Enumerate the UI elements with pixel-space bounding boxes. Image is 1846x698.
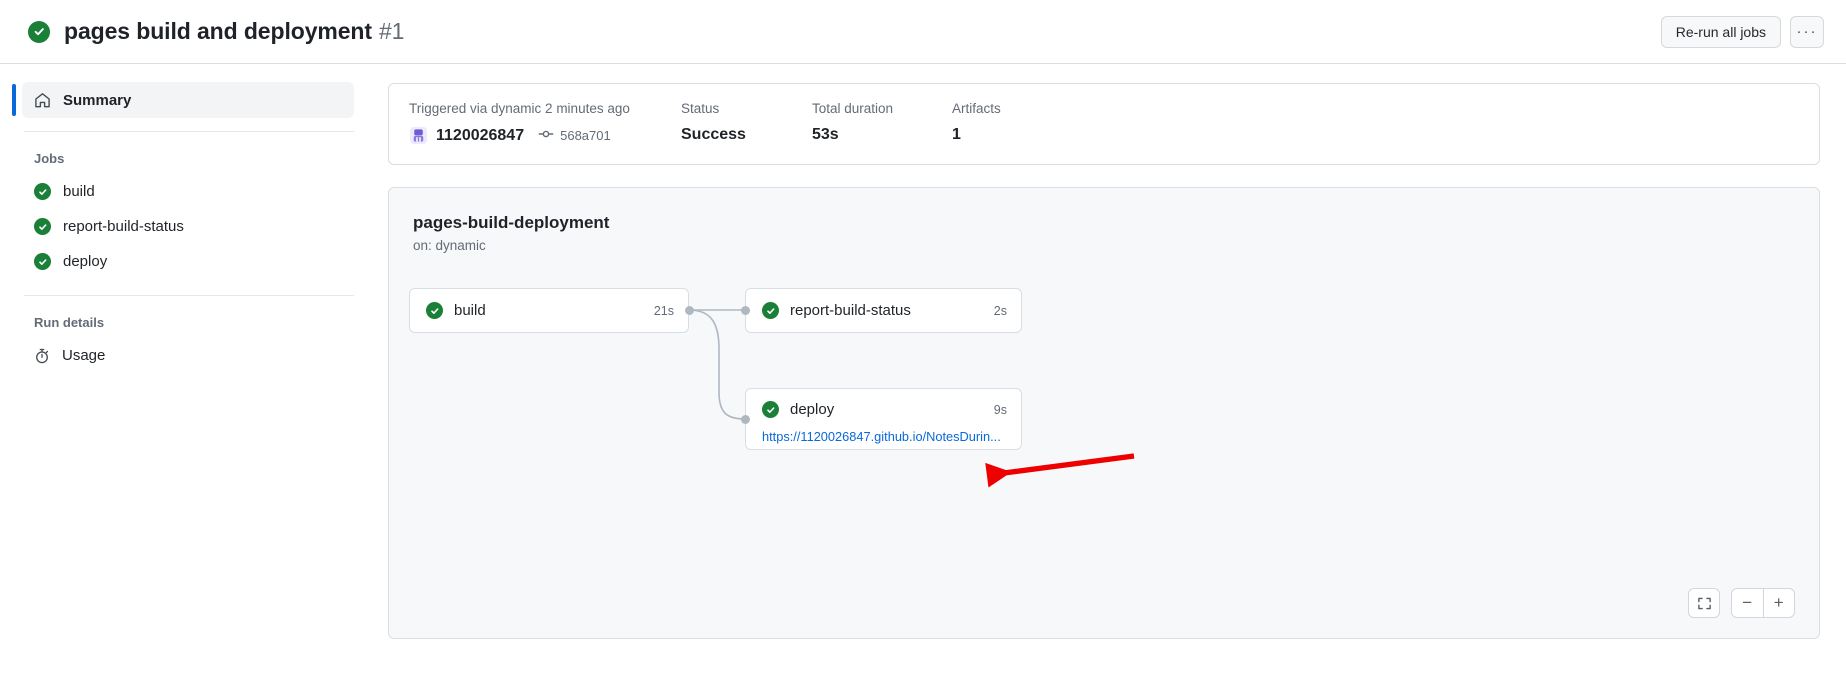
workflow-name: pages-build-deployment [413, 213, 610, 232]
graph-port-report-in [741, 306, 750, 315]
rerun-all-jobs-button[interactable]: Re-run all jobs [1660, 15, 1781, 48]
sidebar-item-build[interactable]: build [22, 174, 354, 209]
page-header: pages build and deployment #1 Re-run all … [0, 0, 1846, 64]
graph-canvas[interactable]: build 21s report-build-status 2s deploy … [389, 253, 1819, 583]
check-circle-icon [762, 401, 779, 418]
home-icon [34, 92, 51, 109]
graph-port-build-out [685, 306, 694, 315]
graph-node-build[interactable]: build 21s [409, 288, 689, 333]
sidebar-run-details-heading: Run details [34, 315, 105, 330]
sidebar: Summary Jobs build report-build-status d… [0, 64, 380, 698]
run-number: #1 [378, 18, 405, 44]
graph-controls: − + [1688, 588, 1795, 618]
sidebar-item-build-label: build [63, 183, 95, 200]
commit-icon [538, 126, 554, 145]
status-label: Status [681, 101, 720, 116]
artifacts-value: 1 [952, 126, 961, 143]
commit-sha-text: 568a701 [560, 128, 611, 143]
check-circle-icon [28, 20, 50, 43]
body-wrap: Summary Jobs build report-build-status d… [0, 64, 1846, 698]
zoom-out-button[interactable]: − [1732, 589, 1763, 617]
sidebar-item-usage[interactable]: Usage [22, 338, 354, 373]
graph-node-build-duration: 21s [653, 303, 674, 318]
zoom-in-button[interactable]: + [1762, 589, 1795, 617]
sidebar-item-deploy-label: deploy [63, 253, 108, 270]
artifacts-column: Artifacts 1 [952, 101, 1001, 145]
main-content: Triggered via dynamic 2 minutes ago 1120… [380, 64, 1846, 698]
duration-label: Total duration [812, 101, 894, 116]
sidebar-jobs-heading: Jobs [34, 151, 65, 166]
avatar [409, 126, 428, 145]
duration-value: 53s [812, 126, 839, 143]
sidebar-item-summary-label: Summary [63, 91, 132, 109]
check-circle-icon [34, 183, 51, 200]
sidebar-item-report-build-status-label: report-build-status [63, 218, 184, 235]
check-circle-icon [426, 302, 443, 319]
title-wrap: pages build and deployment #1 [28, 3, 404, 61]
workflow-trigger: on: dynamic [413, 238, 486, 253]
graph-node-report-build-status[interactable]: report-build-status 2s [745, 288, 1022, 333]
sidebar-item-report-build-status[interactable]: report-build-status [22, 209, 354, 244]
fullscreen-icon[interactable] [1688, 588, 1720, 618]
run-info-card: Triggered via dynamic 2 minutes ago 1120… [388, 83, 1820, 165]
sidebar-item-usage-label: Usage [62, 347, 106, 364]
duration-column: Total duration 53s [812, 101, 952, 145]
artifacts-label: Artifacts [952, 101, 1001, 116]
graph-port-deploy-in [741, 415, 750, 424]
sidebar-divider-1 [24, 131, 354, 132]
check-circle-icon [762, 302, 779, 319]
graph-node-report-build-status-label: report-build-status [790, 302, 911, 319]
trigger-label: Triggered via dynamic 2 minutes ago [409, 101, 630, 116]
sidebar-item-deploy[interactable]: deploy [22, 244, 354, 279]
page-title: pages build and deployment #1 [64, 18, 404, 45]
graph-node-build-row: build 21s [410, 296, 688, 326]
graph-zoom-controls: − + [1731, 588, 1795, 618]
check-circle-icon [34, 253, 51, 270]
page-title-text: pages build and deployment [64, 18, 372, 44]
trigger-column: Triggered via dynamic 2 minutes ago 1120… [409, 101, 681, 145]
sidebar-divider-2 [24, 295, 354, 296]
check-circle-icon [34, 218, 51, 235]
more-options-button[interactable]: ··· [1790, 15, 1824, 48]
graph-node-deploy-row: deploy 9s [746, 395, 1021, 425]
stopwatch-icon [34, 348, 50, 364]
header-actions: Re-run all jobs ··· [1660, 15, 1824, 48]
commit-ref[interactable]: 568a701 [538, 126, 611, 145]
graph-node-deploy-duration: 9s [993, 402, 1007, 417]
graph-node-report-build-status-row: report-build-status 2s [746, 296, 1021, 326]
trigger-value: 1120026847 568a701 [409, 126, 681, 145]
workflow-graph-panel: pages-build-deployment on: dynamic build… [388, 187, 1820, 639]
graph-node-deploy[interactable]: deploy 9s https://1120026847.github.io/N… [745, 388, 1022, 450]
graph-node-build-label: build [454, 302, 486, 319]
status-badge: Success [681, 126, 746, 143]
graph-node-deploy-url[interactable]: https://1120026847.github.io/NotesDurin.… [746, 425, 1021, 444]
actor-name[interactable]: 1120026847 [436, 127, 524, 145]
status-column: Status Success [681, 101, 812, 145]
graph-node-deploy-label: deploy [790, 401, 835, 418]
graph-node-report-build-status-duration: 2s [993, 303, 1007, 318]
sidebar-item-summary[interactable]: Summary [12, 82, 354, 118]
